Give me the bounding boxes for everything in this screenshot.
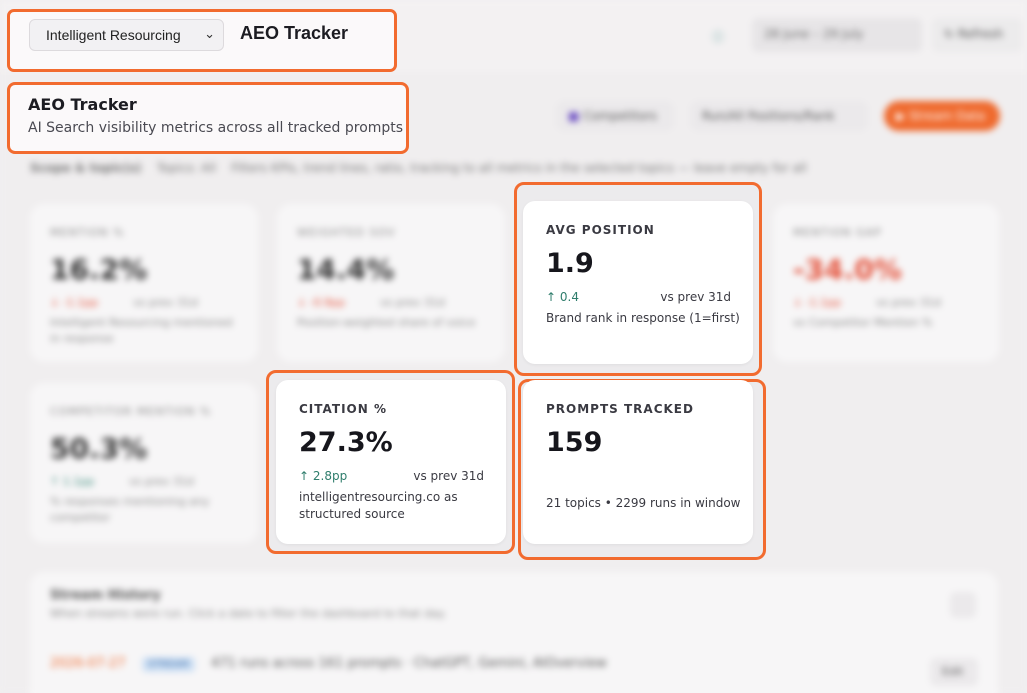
card-value: 50.3%: [50, 432, 148, 465]
competitors-label: Competitors: [583, 109, 657, 123]
app-title: AEO Tracker: [240, 23, 349, 43]
scope-note: Filters KPIs, trend lines, ratio, tracki…: [231, 161, 807, 175]
competitors-button[interactable]: ■ Competitors: [556, 101, 674, 131]
avg-position-card[interactable]: AVG POSITION 1.9 ↑ 0.4 vs prev 31d Brand…: [523, 201, 753, 364]
card-value: 14.4%: [297, 253, 395, 286]
workspace-select[interactable]: Intelligent Resourcing ⌄: [29, 19, 224, 51]
stream-label: Stream Data: [909, 109, 985, 123]
card-label: MENTION GAP: [793, 226, 882, 239]
stream-history-subtitle: When streams were run. Click a date to f…: [50, 607, 447, 620]
stream-history-panel: Stream History When streams were run. Cl…: [30, 572, 998, 693]
stream-row-text: 471 runs across 161 prompts · ChatGPT, G…: [211, 656, 607, 671]
scope-label: Scope & topic(s): [30, 161, 142, 175]
date-range-button[interactable]: 28 June – 29 July: [752, 18, 922, 52]
card-label: CITATION %: [299, 402, 387, 416]
topics-filter[interactable]: Topics: All: [157, 161, 216, 175]
edit-button[interactable]: Edit: [930, 658, 978, 686]
info-icon[interactable]: ⓘ: [712, 28, 726, 44]
arrow-up-icon: ↑: [299, 469, 310, 483]
card-compare: vs prev 31d: [413, 469, 484, 483]
competitor-mention-card[interactable]: COMPETITOR MENTION % 50.3% ↑ 1.1pp vs pr…: [30, 383, 258, 543]
scope-bar: Scope & topic(s) Topics: All Filters KPI…: [30, 161, 910, 177]
card-delta: ↑ 2.8pp: [299, 469, 348, 483]
refresh-icon: ↻: [944, 27, 955, 41]
title-block-highlight: [7, 82, 409, 154]
refresh-label: Refresh: [957, 27, 1004, 41]
card-desc: Position-weighted share of voice: [297, 316, 476, 329]
stream-data-button[interactable]: ▶ Stream Data: [884, 101, 1000, 131]
card-delta: ↓ -1.1pp vs prev 31d: [793, 296, 941, 309]
workspace-select-value: Intelligent Resourcing: [46, 27, 181, 43]
card-desc: Brand rank in response (1=first): [546, 311, 740, 325]
card-desc: intelligentresourcing.co as structured s…: [299, 490, 458, 521]
page-title: AEO Tracker: [28, 95, 137, 114]
positions-label: Run/All Positions/Rank: [702, 109, 835, 123]
card-label: PROMPTS TRACKED: [546, 402, 694, 416]
card-compare: vs prev 31d: [660, 290, 731, 304]
card-value: 159: [546, 427, 603, 458]
card-delta: ↑ 0.4: [546, 290, 579, 304]
mention-card[interactable]: MENTION % 16.2% ↓ -1.1pp vs prev 31d Int…: [30, 204, 258, 362]
competitors-icon: ■: [568, 109, 580, 123]
card-desc: 21 topics • 2299 runs in window: [546, 496, 741, 510]
play-icon: ▶: [896, 109, 906, 123]
card-label: AVG POSITION: [546, 223, 655, 237]
chevron-down-icon: ⌄: [204, 26, 215, 41]
card-delta: ↓ -1.1pp vs prev 31d: [50, 296, 198, 309]
stream-history-title: Stream History: [50, 588, 161, 603]
citation-card[interactable]: CITATION % 27.3% ↑ 2.8pp vs prev 31d int…: [276, 380, 506, 544]
card-delta: ↑ 1.1pp vs prev 31d: [50, 475, 194, 488]
prompts-tracked-card[interactable]: PROMPTS TRACKED 159 21 topics • 2299 run…: [523, 380, 753, 544]
page-subtitle: AI Search visibility metrics across all …: [28, 120, 404, 136]
stream-tag: STREAM: [141, 657, 195, 672]
card-desc: vs Competitor Mention %: [793, 316, 933, 329]
refresh-button[interactable]: ↻ Refresh: [932, 18, 1022, 52]
card-desc: Intelligent Resourcing mentioned in resp…: [50, 316, 233, 345]
card-desc: % responses mentioning any competitor: [50, 495, 210, 524]
card-value: 16.2%: [50, 253, 148, 286]
arrow-up-icon: ↑: [546, 290, 557, 304]
card-value: 1.9: [546, 248, 594, 279]
card-label: MENTION %: [50, 226, 125, 239]
card-label: WEIGHTED SOV: [297, 226, 396, 239]
weighted-sov-card[interactable]: WEIGHTED SOV 14.4% ↓ -0.9pp vs prev 31d …: [277, 204, 505, 362]
card-delta: ↓ -0.9pp vs prev 31d: [297, 296, 445, 309]
mention-gap-card[interactable]: MENTION GAP -34.0% ↓ -1.1pp vs prev 31d …: [773, 204, 999, 362]
stream-row[interactable]: 2026-07-27 STREAM 471 runs across 161 pr…: [50, 656, 607, 672]
card-value: 27.3%: [299, 427, 393, 458]
stream-date[interactable]: 2026-07-27: [50, 656, 126, 671]
card-label: COMPETITOR MENTION %: [50, 405, 212, 418]
collapse-button[interactable]: [950, 592, 976, 618]
card-value: -34.0%: [793, 253, 902, 286]
positions-button[interactable]: Run/All Positions/Rank: [690, 101, 868, 131]
